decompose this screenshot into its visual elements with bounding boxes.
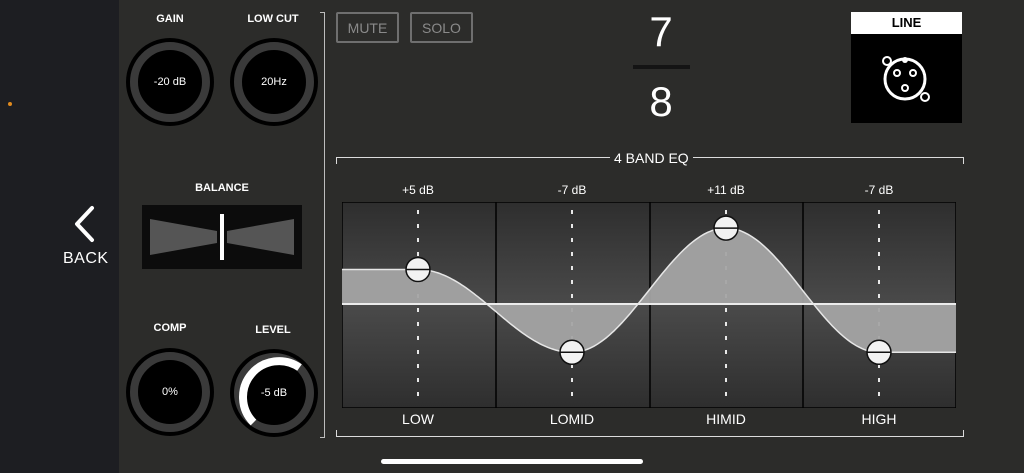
- eq-low-gain-label: +5 dB: [402, 183, 434, 197]
- eq-low-label: LOW: [402, 411, 434, 427]
- strip-divider: [320, 12, 325, 438]
- status-dot: [8, 102, 12, 106]
- gain-knob[interactable]: -20 dB: [125, 37, 215, 127]
- eq-himid-gain-label: +11 dB: [707, 183, 745, 197]
- gain-label: GAIN: [156, 13, 184, 25]
- eq-himid-label: HIMID: [706, 411, 746, 427]
- chevron-left-icon: [75, 206, 94, 242]
- balance-graphic: [150, 214, 294, 260]
- balance-slider[interactable]: [142, 205, 302, 269]
- lowcut-label: LOW CUT: [247, 13, 299, 25]
- eq-title: 4 BAND EQ: [610, 150, 693, 166]
- comp-value: 0%: [162, 386, 178, 398]
- lowcut-knob[interactable]: 20Hz: [229, 37, 319, 127]
- comp-label: COMP: [153, 322, 187, 334]
- eq-lomid-gain-label: -7 dB: [557, 183, 587, 197]
- home-indicator[interactable]: [381, 459, 643, 464]
- channel-divider: [633, 65, 690, 69]
- balance-indicator: [220, 214, 224, 260]
- eq-high-label: HIGH: [861, 411, 897, 427]
- input-type-button[interactable]: LINE: [851, 12, 962, 123]
- eq-handle-lomid[interactable]: [559, 339, 585, 366]
- eq-lomid-label: LOMID: [549, 411, 595, 427]
- level-label: LEVEL: [255, 324, 291, 336]
- channel-number-bottom: 8: [649, 78, 673, 125]
- eq-bracket-bottom: [336, 428, 964, 437]
- eq-handle-himid[interactable]: [713, 215, 739, 241]
- back-label: BACK: [63, 250, 109, 267]
- gain-value: -20 dB: [153, 76, 187, 88]
- solo-button[interactable]: SOLO: [410, 12, 473, 43]
- sidebar: BACK: [0, 0, 119, 473]
- balance-label: BALANCE: [195, 182, 249, 194]
- channel-number-top: 7: [649, 8, 673, 55]
- back-button[interactable]: BACK: [60, 200, 110, 270]
- eq-high-gain-label: -7 dB: [864, 183, 894, 197]
- level-value: -5 dB: [260, 387, 288, 399]
- mute-button[interactable]: MUTE: [336, 12, 399, 43]
- lowcut-value: 20Hz: [261, 76, 287, 88]
- eq-graph[interactable]: [342, 202, 956, 408]
- eq-handle-low[interactable]: [405, 256, 431, 283]
- eq-handle-high[interactable]: [866, 339, 892, 366]
- comp-knob[interactable]: 0%: [125, 347, 215, 437]
- level-knob[interactable]: -5 dB: [229, 348, 319, 438]
- xlr-connector-icon: [882, 56, 930, 102]
